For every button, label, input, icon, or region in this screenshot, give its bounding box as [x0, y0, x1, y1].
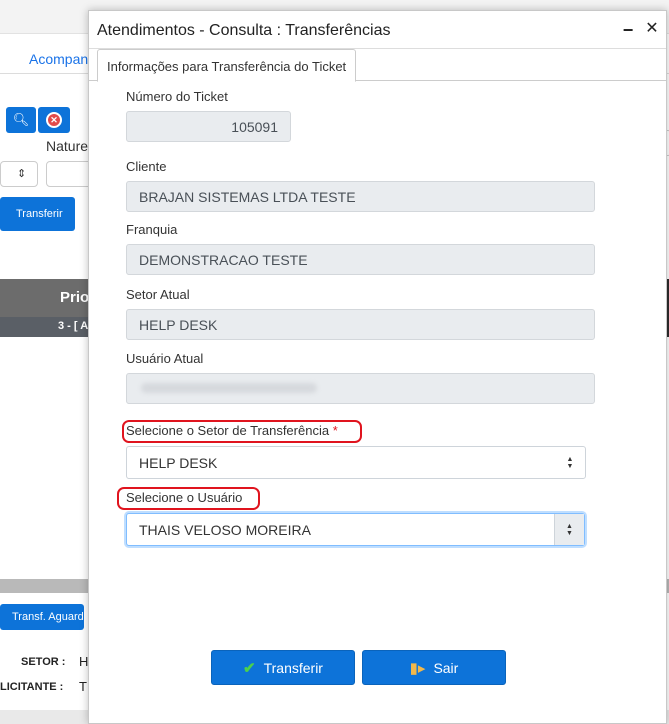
- cliente-label: Cliente: [126, 159, 167, 174]
- usuario-value: THAIS VELOSO MOREIRA: [139, 522, 311, 538]
- background-solicitante-value: T: [79, 679, 87, 694]
- ticket-field: 105091: [126, 111, 291, 142]
- usuario-select[interactable]: THAIS VELOSO MOREIRA ▲ ▼: [126, 513, 585, 546]
- redacted-value: [141, 383, 317, 393]
- check-icon: ✔: [243, 659, 256, 677]
- background-select[interactable]: ⇕: [0, 161, 38, 187]
- background-natureza-select[interactable]: [46, 161, 92, 187]
- background-priority-label: Prio: [60, 289, 90, 306]
- usuario-atual-field: [126, 373, 595, 404]
- transferir-label: Transferir: [263, 659, 323, 676]
- dialog-tabstrip: Informações para Transferência do Ticket: [89, 49, 666, 82]
- exit-door-icon: ▮▸: [409, 659, 426, 677]
- required-mark: *: [332, 423, 338, 438]
- setor-transfer-select[interactable]: HELP DESK ▲ ▼: [126, 446, 586, 479]
- franquia-label: Franquia: [126, 222, 178, 237]
- setor-atual-field: HELP DESK: [126, 309, 595, 340]
- background-transfer-label: Transferir: [16, 208, 63, 220]
- background-natureza-label: Nature: [46, 138, 89, 154]
- minimize-icon[interactable]: −: [619, 18, 637, 40]
- transfer-dialog: Atendimentos - Consulta : Transferências…: [88, 10, 667, 724]
- transferir-button[interactable]: ✔ Transferir: [211, 650, 355, 685]
- setor-transfer-value: HELP DESK: [139, 455, 218, 471]
- clear-icon: ✕: [46, 112, 62, 128]
- ticket-label: Número do Ticket: [126, 89, 228, 104]
- background-setor-label: SETOR :: [21, 656, 66, 668]
- setor-atual-label: Setor Atual: [126, 287, 190, 302]
- tab-transfer-info[interactable]: Informações para Transferência do Ticket: [97, 49, 357, 82]
- background-transf-aguard-button[interactable]: Transf. Aguard: [0, 604, 84, 630]
- background-tab-acompanhamento[interactable]: Acompan: [29, 51, 88, 67]
- dialog-title-bar: Atendimentos - Consulta : Transferências…: [89, 11, 666, 49]
- background-setor-value: H: [79, 654, 89, 669]
- sort-arrows-icon: ▲ ▼: [566, 455, 574, 470]
- sort-arrows-icon: ▲ ▼: [554, 514, 584, 545]
- usuario-atual-label: Usuário Atual: [126, 351, 204, 366]
- background-clear-button[interactable]: ✕: [38, 107, 70, 133]
- franquia-field: DEMONSTRACAO TESTE: [126, 244, 595, 275]
- sair-label: Sair: [433, 659, 459, 676]
- background-transf-aguard-label: Transf. Aguard: [12, 611, 84, 623]
- background-solicitante-label: LICITANTE :: [0, 681, 64, 693]
- background-priority-sublabel: 3 - [ A: [58, 320, 89, 332]
- cliente-field: BRAJAN SISTEMAS LTDA TESTE: [126, 181, 595, 212]
- close-icon[interactable]: ✕: [643, 19, 661, 39]
- usuario-label: Selecione o Usuário: [126, 490, 243, 505]
- background-transfer-button[interactable]: Transferir: [0, 197, 75, 231]
- sair-button[interactable]: ▮▸ Sair: [362, 650, 506, 685]
- search-icon: 🔍︎: [12, 112, 30, 127]
- background-search-button[interactable]: 🔍︎: [6, 107, 36, 133]
- setor-transfer-label-text: Selecione o Setor de Transferência: [126, 423, 330, 438]
- dialog-title: Atendimentos - Consulta : Transferências: [97, 22, 391, 39]
- setor-transfer-label: Selecione o Setor de Transferência *: [126, 423, 338, 438]
